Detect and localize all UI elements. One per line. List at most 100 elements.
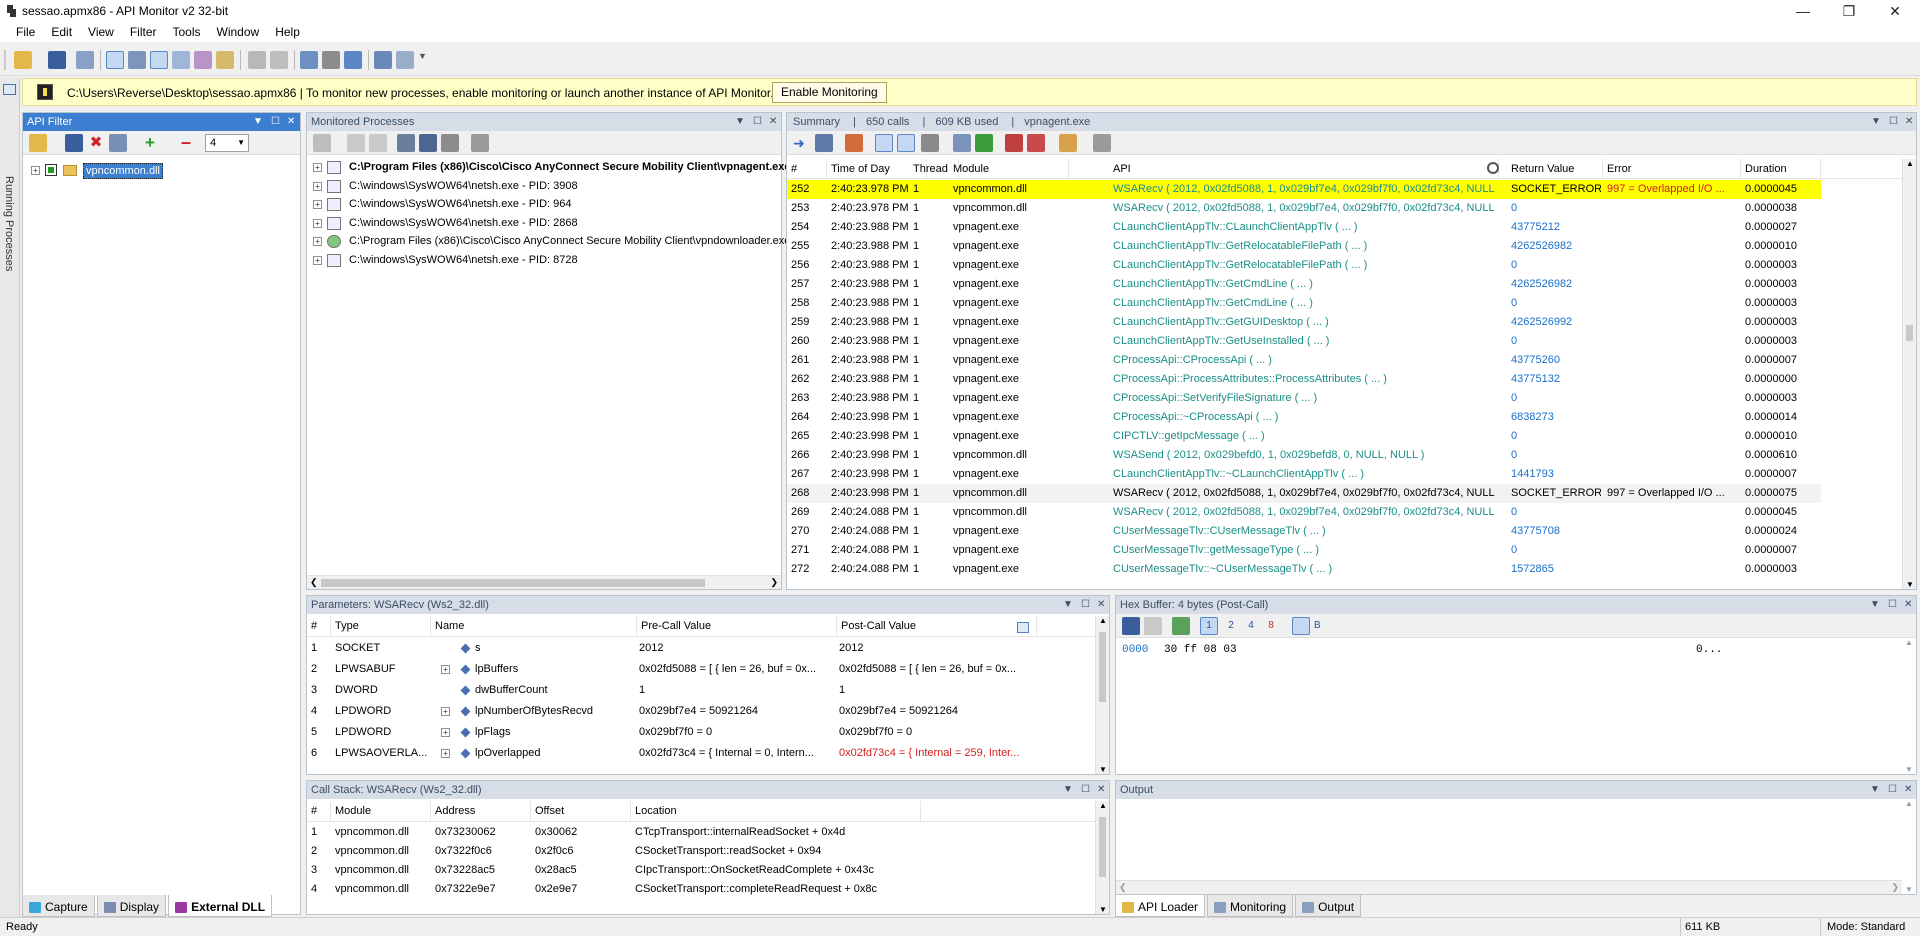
scroll-right-icon[interactable]: ❯ xyxy=(1891,881,1899,894)
code-icon[interactable] xyxy=(106,51,124,69)
process-item[interactable]: + C:\windows\SysWOW64\netsh.exe - PID: 39… xyxy=(307,177,783,196)
display-icon[interactable] xyxy=(921,134,939,152)
close-icon[interactable]: ✕ xyxy=(1097,781,1105,799)
tools-icon[interactable] xyxy=(322,51,340,69)
open-folder-icon[interactable] xyxy=(29,134,47,152)
hand-icon[interactable] xyxy=(1059,134,1077,152)
tree-view-icon[interactable] xyxy=(875,134,893,152)
column-header-module[interactable]: Module xyxy=(949,159,1069,179)
param-expand-icon[interactable]: + xyxy=(441,707,450,716)
folder-view-icon[interactable] xyxy=(216,51,234,69)
pause-icon[interactable] xyxy=(347,134,365,152)
refresh-icon[interactable] xyxy=(1172,617,1190,635)
byte-view-2-icon[interactable]: 2 xyxy=(1222,617,1240,635)
process-options-icon[interactable] xyxy=(313,134,331,152)
callstack-row[interactable]: 1 vpncommon.dll 0x73230062 0x30062 CTcpTrans… xyxy=(307,823,1097,842)
document-icon[interactable] xyxy=(396,51,414,69)
scroll-up-icon[interactable]: ▲ xyxy=(1099,616,1107,625)
summary-row[interactable]: 265 2:40:23.998 PM 1 vpnagent.exe CIPCTLV::g… xyxy=(787,427,1821,446)
horizontal-scrollbar[interactable]: ❮ ❯ xyxy=(307,575,781,589)
pin-icon[interactable]: ☐ xyxy=(271,113,280,131)
param-expand-icon[interactable]: + xyxy=(441,728,450,737)
summary-row[interactable]: 263 2:40:23.988 PM 1 vpnagent.exe CProcessAp… xyxy=(787,389,1821,408)
module-checkbox[interactable] xyxy=(45,164,57,176)
little-endian-icon[interactable] xyxy=(1292,617,1310,635)
network-icon[interactable] xyxy=(419,134,437,152)
close-icon[interactable]: ✕ xyxy=(1097,596,1105,614)
toolbar-overflow-icon[interactable]: ▼ xyxy=(418,51,427,69)
param-row[interactable]: 1 SOCKET s 2012 2012 xyxy=(307,638,1097,659)
close-icon[interactable]: ✕ xyxy=(1905,113,1913,131)
tree-item-vpncommon[interactable]: vpncommon.dll xyxy=(83,163,163,179)
close-icon[interactable]: ✕ xyxy=(287,113,295,131)
tab-api-loader[interactable]: API Loader xyxy=(1115,895,1206,917)
tree-expand-icon[interactable]: + xyxy=(31,166,40,175)
copy-icon[interactable] xyxy=(1144,617,1162,635)
print-icon[interactable] xyxy=(270,51,288,69)
vertical-scrollbar[interactable]: ▲ ▼ xyxy=(1902,638,1916,774)
colors-icon[interactable] xyxy=(845,134,863,152)
summary-row[interactable]: 270 2:40:24.088 PM 1 vpnagent.exe CUserMessa… xyxy=(787,522,1821,541)
summary-row[interactable]: 269 2:40:24.088 PM 1 vpncommon.dll WSARecv (… xyxy=(787,503,1821,522)
summary-row[interactable]: 257 2:40:23.988 PM 1 vpnagent.exe CLaunchCli… xyxy=(787,275,1821,294)
summary-row[interactable]: 254 2:40:23.988 PM 1 vpnagent.exe CLaunchCli… xyxy=(787,218,1821,237)
summary-row[interactable]: 268 2:40:23.998 PM 1 vpncommon.dll WSARecv (… xyxy=(787,484,1821,503)
minimize-button[interactable]: — xyxy=(1780,0,1826,22)
menu-filter[interactable]: Filter xyxy=(122,25,165,39)
search-icon[interactable] xyxy=(1487,162,1499,174)
panel-menu-icon[interactable]: ▼ xyxy=(735,113,745,131)
scroll-down-icon[interactable]: ▼ xyxy=(1905,765,1913,774)
scrollbar-thumb[interactable] xyxy=(1906,325,1913,341)
panel-menu-icon[interactable]: ▼ xyxy=(1063,781,1073,799)
callstack-header-module[interactable]: Module xyxy=(331,801,431,822)
tree-expand-icon[interactable]: + xyxy=(313,218,322,228)
hook-icon[interactable] xyxy=(150,51,168,69)
monitor-icon[interactable] xyxy=(374,51,392,69)
scrollbar-thumb[interactable] xyxy=(321,579,705,587)
scroll-up-icon[interactable]: ▲ xyxy=(1905,638,1913,647)
download-icon[interactable] xyxy=(975,134,993,152)
scroll-down-icon[interactable]: ▼ xyxy=(1906,580,1914,589)
save-icon[interactable] xyxy=(65,134,83,152)
shield-icon[interactable] xyxy=(344,51,362,69)
scroll-down-icon[interactable]: ▼ xyxy=(1099,905,1107,914)
save-icon[interactable] xyxy=(1122,617,1140,635)
process-item[interactable]: + C:\windows\SysWOW64\netsh.exe - PID: 96… xyxy=(307,195,783,214)
export-icon[interactable] xyxy=(248,51,266,69)
byte-view-1-icon[interactable]: 1 xyxy=(1200,617,1218,635)
summary-row[interactable]: 258 2:40:23.988 PM 1 vpnagent.exe CLaunchCli… xyxy=(787,294,1821,313)
scroll-left-icon[interactable]: ❮ xyxy=(1119,881,1127,894)
param-header-type[interactable]: Type xyxy=(331,616,431,637)
summary-row[interactable]: 260 2:40:23.988 PM 1 vpnagent.exe CLaunchCli… xyxy=(787,332,1821,351)
copy-icon[interactable] xyxy=(76,51,94,69)
pin-icon[interactable]: ☐ xyxy=(1081,596,1090,614)
trash-icon[interactable] xyxy=(1093,134,1111,152)
delete-icon[interactable]: ✖ xyxy=(87,134,105,152)
close-icon[interactable]: ✕ xyxy=(769,113,777,131)
tree-expand-icon[interactable]: + xyxy=(313,181,322,191)
tree-expand-icon[interactable]: + xyxy=(313,163,322,172)
vertical-scrollbar[interactable]: ▲ ▼ xyxy=(1902,159,1916,589)
vertical-scrollbar[interactable]: ▲ ▼ xyxy=(1095,616,1109,774)
summary-row[interactable]: 266 2:40:23.998 PM 1 vpncommon.dll WSASend (… xyxy=(787,446,1821,465)
callstack-header-location[interactable]: Location xyxy=(631,801,921,822)
summary-row[interactable]: 271 2:40:24.088 PM 1 vpnagent.exe CUserMessa… xyxy=(787,541,1821,560)
close-icon[interactable]: ✕ xyxy=(1904,596,1912,614)
param-row[interactable]: 5 LPDWORD + lpFlags 0x029bf7f0 = 0 0x029bf7f0… xyxy=(307,722,1097,743)
trash-icon[interactable] xyxy=(471,134,489,152)
callstack-row[interactable]: 2 vpncommon.dll 0x7322f0c6 0x2f0c6 CSocketTr… xyxy=(307,842,1097,861)
summary-row[interactable]: 253 2:40:23.978 PM 1 vpncommon.dll WSARecv (… xyxy=(787,199,1821,218)
callstack-header-offset[interactable]: Offset xyxy=(531,801,631,822)
tab-external-dll[interactable]: External DLL xyxy=(168,895,273,917)
scroll-left-icon[interactable]: ❮ xyxy=(310,576,318,589)
pin-icon[interactable]: ☐ xyxy=(1081,781,1090,799)
service-icon[interactable] xyxy=(441,134,459,152)
process-item[interactable]: + C:\windows\SysWOW64\netsh.exe - PID: 28… xyxy=(307,214,783,233)
panel-menu-icon[interactable]: ▼ xyxy=(253,113,263,131)
menu-window[interactable]: Window xyxy=(209,25,268,39)
menu-tools[interactable]: Tools xyxy=(165,25,209,39)
pin-icon[interactable]: ☐ xyxy=(753,113,762,131)
param-header-pre-call-value[interactable]: Pre-Call Value xyxy=(637,616,837,637)
column-header-api[interactable]: API xyxy=(1109,159,1499,179)
callstack-row[interactable]: 3 vpncommon.dll 0x73228ac5 0x28ac5 CIpcTrans… xyxy=(307,861,1097,880)
